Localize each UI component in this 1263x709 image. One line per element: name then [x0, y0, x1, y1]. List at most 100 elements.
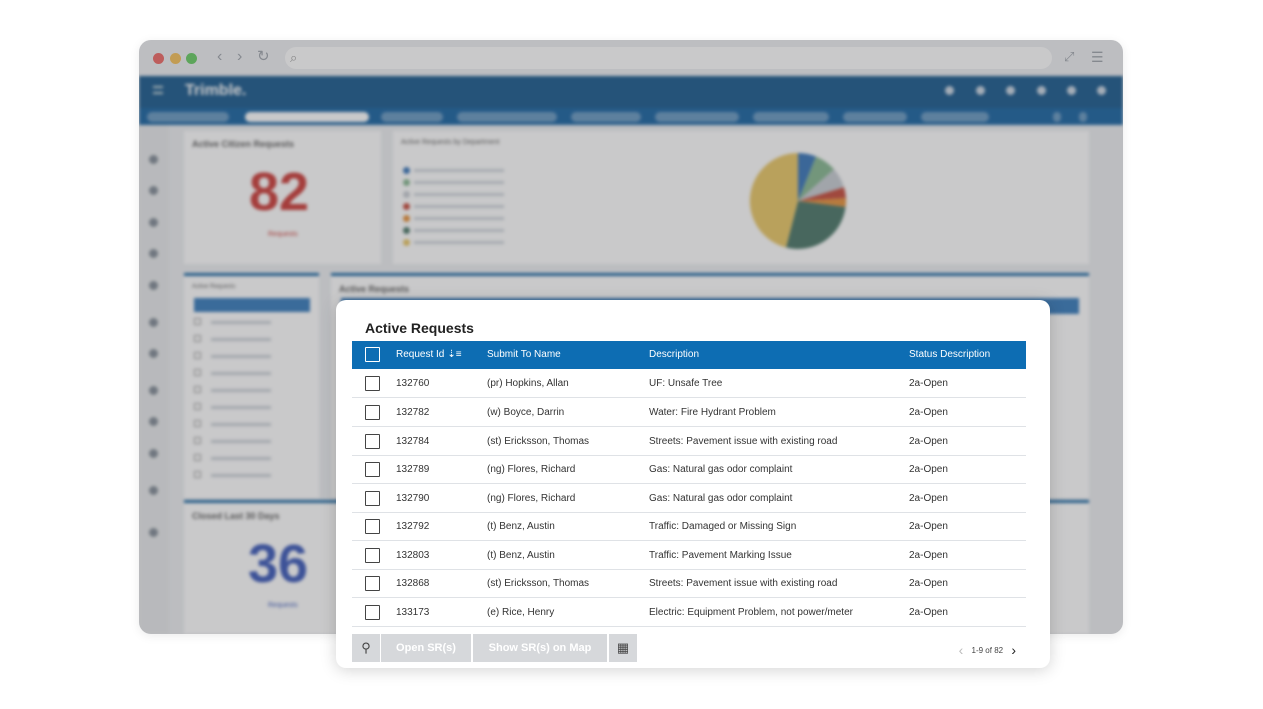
clock-icon[interactable]: [149, 186, 158, 195]
tab-4[interactable]: [571, 112, 641, 122]
legend-item: [403, 179, 533, 186]
search-icon[interactable]: [945, 86, 954, 95]
list-item[interactable]: [194, 420, 310, 430]
table-row[interactable]: 132782 (w) Boyce, Darrin Water: Fire Hyd…: [352, 398, 1026, 427]
row-checkbox[interactable]: [365, 376, 380, 391]
tab-5[interactable]: [655, 112, 739, 122]
help-icon[interactable]: [1006, 86, 1015, 95]
search-button[interactable]: ⚲: [352, 634, 380, 662]
list-item[interactable]: [194, 437, 310, 447]
list-item[interactable]: [194, 369, 310, 379]
close-dot[interactable]: [153, 53, 164, 64]
active-citizen-card: Active Citizen Requests 82 Requests: [184, 131, 381, 264]
row-checkbox[interactable]: [365, 491, 380, 506]
list-item[interactable]: [194, 352, 310, 362]
bell-icon[interactable]: [976, 86, 985, 95]
table-row[interactable]: 132760 (pr) Hopkins, Allan UF: Unsafe Tr…: [352, 369, 1026, 398]
row-checkbox[interactable]: [365, 548, 380, 563]
list-item[interactable]: [194, 454, 310, 464]
table-row[interactable]: 132792 (t) Benz, Austin Traffic: Damaged…: [352, 512, 1026, 541]
plus-icon[interactable]: [149, 155, 158, 164]
col-description[interactable]: Description: [649, 349, 699, 360]
cell-status: 2a-Open: [909, 607, 948, 618]
tab-8[interactable]: [921, 112, 989, 122]
cell-request-id: 132789: [396, 464, 430, 475]
link-icon[interactable]: [149, 417, 158, 426]
reload-icon[interactable]: ↻: [257, 49, 270, 65]
check-icon[interactable]: [149, 318, 158, 327]
cell-status: 2a-Open: [909, 378, 948, 389]
search-icon: ⌕: [290, 50, 298, 65]
cell-status: 2a-Open: [909, 550, 948, 561]
home-icon[interactable]: [149, 249, 158, 258]
cell-status: 2a-Open: [909, 578, 948, 589]
next-page-icon[interactable]: ›: [1011, 642, 1016, 658]
legend-item: [403, 191, 533, 198]
tab-1[interactable]: [245, 112, 369, 122]
hierarchy-icon[interactable]: [149, 218, 158, 227]
row-checkbox[interactable]: [365, 519, 380, 534]
filter-icon[interactable]: [1053, 112, 1061, 122]
legend-item: [403, 239, 533, 246]
apps-icon[interactable]: [1097, 86, 1106, 95]
gear-icon[interactable]: [1037, 86, 1046, 95]
funnel-icon[interactable]: [1079, 112, 1087, 122]
user-icon[interactable]: [1067, 86, 1076, 95]
hamburger-icon[interactable]: [153, 86, 163, 94]
globe-icon[interactable]: [149, 349, 158, 358]
open-srs-button[interactable]: Open SR(s): [381, 634, 471, 662]
maximize-dot[interactable]: [186, 53, 197, 64]
table-row[interactable]: 133173 (e) Rice, Henry Electric: Equipme…: [352, 598, 1026, 627]
pie-chart: [749, 152, 847, 250]
active-requests-list-card: Active Requests: [184, 273, 319, 498]
table-row[interactable]: 132790 (ng) Flores, Richard Gas: Natural…: [352, 484, 1026, 513]
grid-icon[interactable]: [149, 486, 158, 495]
tab-0[interactable]: [147, 112, 229, 122]
cell-description: Streets: Pavement issue with existing ro…: [649, 436, 838, 447]
list-item[interactable]: [194, 318, 310, 328]
cell-status: 2a-Open: [909, 464, 948, 475]
prev-page-icon[interactable]: ‹: [959, 642, 964, 658]
help-icon[interactable]: [149, 528, 158, 537]
tab-2[interactable]: [381, 112, 443, 122]
sort-icon[interactable]: ⇣≡: [447, 349, 461, 360]
search-icon[interactable]: [149, 386, 158, 395]
col-submit-to-name[interactable]: Submit To Name: [487, 349, 561, 360]
pin-icon[interactable]: [149, 281, 158, 290]
cell-description: Water: Fire Hydrant Problem: [649, 407, 776, 418]
col-status-description[interactable]: Status Description: [909, 349, 990, 360]
col-request-id[interactable]: Request Id ⇣≡: [396, 349, 462, 360]
table-icon: ▦: [616, 640, 630, 655]
show-on-map-button[interactable]: Show SR(s) on Map: [473, 634, 607, 662]
bucket-icon[interactable]: [149, 449, 158, 458]
row-checkbox[interactable]: [365, 434, 380, 449]
table-row[interactable]: 132789 (ng) Flores, Richard Gas: Natural…: [352, 455, 1026, 484]
back-icon[interactable]: ‹: [217, 49, 222, 65]
address-bar[interactable]: ⌕: [285, 47, 1052, 69]
cell-submit-to-name: (st) Ericksson, Thomas: [487, 436, 590, 447]
row-checkbox[interactable]: [365, 605, 380, 620]
row-checkbox[interactable]: [365, 576, 380, 591]
count-label: Requests: [268, 602, 298, 609]
table-row[interactable]: 132803 (t) Benz, Austin Traffic: Pavemen…: [352, 541, 1026, 570]
table-row[interactable]: 132784 (st) Ericksson, Thomas Streets: P…: [352, 427, 1026, 456]
tab-3[interactable]: [457, 112, 557, 122]
minimize-dot[interactable]: [170, 53, 181, 64]
row-checkbox[interactable]: [365, 405, 380, 420]
legend-item: [403, 227, 533, 234]
menu-icon[interactable]: ☰: [1091, 49, 1104, 65]
tab-6[interactable]: [753, 112, 829, 122]
list-item[interactable]: [194, 335, 310, 345]
table-row[interactable]: 132868 (st) Ericksson, Thomas Streets: P…: [352, 569, 1026, 598]
row-checkbox[interactable]: [365, 462, 380, 477]
trimble-logo: Trimble.: [185, 82, 247, 99]
list-item[interactable]: [194, 386, 310, 396]
select-all-checkbox[interactable]: [365, 347, 380, 362]
list-item[interactable]: [194, 471, 310, 481]
list-item[interactable]: [194, 403, 310, 413]
expand-icon[interactable]: ⤢: [1064, 49, 1074, 65]
cell-request-id: 132782: [396, 407, 430, 418]
forward-icon[interactable]: ›: [237, 49, 242, 65]
table-view-button[interactable]: ▦: [609, 634, 637, 662]
tab-7[interactable]: [843, 112, 907, 122]
